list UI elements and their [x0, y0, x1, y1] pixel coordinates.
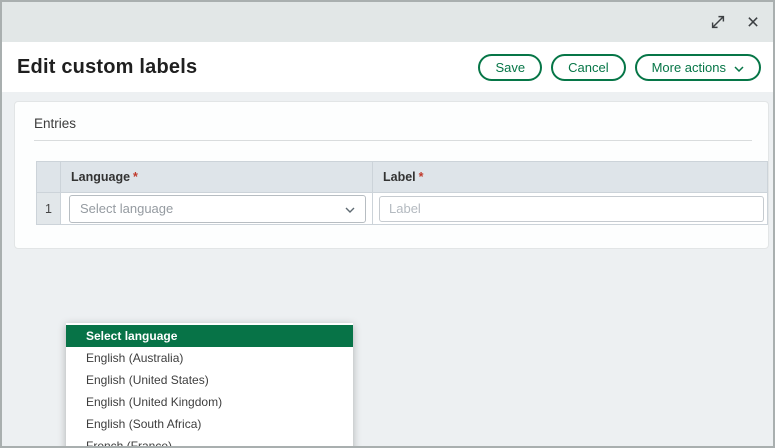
entries-section-title: Entries: [34, 116, 752, 141]
chevron-down-icon: [734, 60, 744, 75]
save-button-label: Save: [495, 60, 525, 75]
more-actions-button[interactable]: More actions: [635, 54, 761, 81]
save-button[interactable]: Save: [478, 54, 542, 81]
table-header-row: Language* Label*: [37, 162, 768, 193]
dropdown-option-english-united-kingdom[interactable]: English (United Kingdom): [66, 391, 353, 413]
language-header-label: Language: [71, 170, 130, 184]
dropdown-option-french-france[interactable]: French (France): [66, 435, 353, 448]
expand-diagonal-icon[interactable]: [707, 11, 729, 33]
required-asterisk: *: [419, 170, 424, 184]
required-asterisk: *: [133, 170, 138, 184]
label-column-header: Label*: [373, 162, 768, 193]
close-glyph: ×: [747, 12, 759, 33]
language-cell: Select language: [61, 193, 373, 225]
window-titlebar: ×: [2, 2, 773, 42]
dropdown-option-english-australia[interactable]: English (Australia): [66, 347, 353, 369]
dialog-header: Edit custom labels Save Cancel More acti…: [2, 42, 773, 92]
label-input[interactable]: [379, 196, 764, 222]
language-column-header: Language*: [61, 162, 373, 193]
dropdown-option-english-united-states[interactable]: English (United States): [66, 369, 353, 391]
table-row: 1 Select language: [37, 193, 768, 225]
language-dropdown-menu: Select language English (Australia) Engl…: [66, 323, 353, 448]
dropdown-option-english-south-africa[interactable]: English (South Africa): [66, 413, 353, 435]
close-icon[interactable]: ×: [742, 11, 764, 33]
row-number-cell: 1: [37, 193, 61, 225]
label-cell: [373, 193, 768, 225]
chevron-down-icon: [345, 201, 355, 216]
language-select-value: Select language: [80, 201, 173, 216]
page-title: Edit custom labels: [17, 56, 469, 79]
edit-custom-labels-dialog: × Edit custom labels Save Cancel More ac…: [0, 0, 775, 448]
entries-table: Language* Label* 1 Select language: [36, 161, 768, 225]
more-actions-label: More actions: [652, 60, 726, 75]
label-header-label: Label: [383, 170, 416, 184]
cancel-button[interactable]: Cancel: [551, 54, 625, 81]
dropdown-option-select-language[interactable]: Select language: [66, 325, 353, 347]
cancel-button-label: Cancel: [568, 60, 608, 75]
entries-panel: Entries Language* Label* 1 Select lang: [14, 101, 769, 249]
dialog-body: Entries Language* Label* 1 Select lang: [2, 101, 773, 448]
row-number-header: [37, 162, 61, 193]
language-select[interactable]: Select language: [69, 195, 366, 223]
